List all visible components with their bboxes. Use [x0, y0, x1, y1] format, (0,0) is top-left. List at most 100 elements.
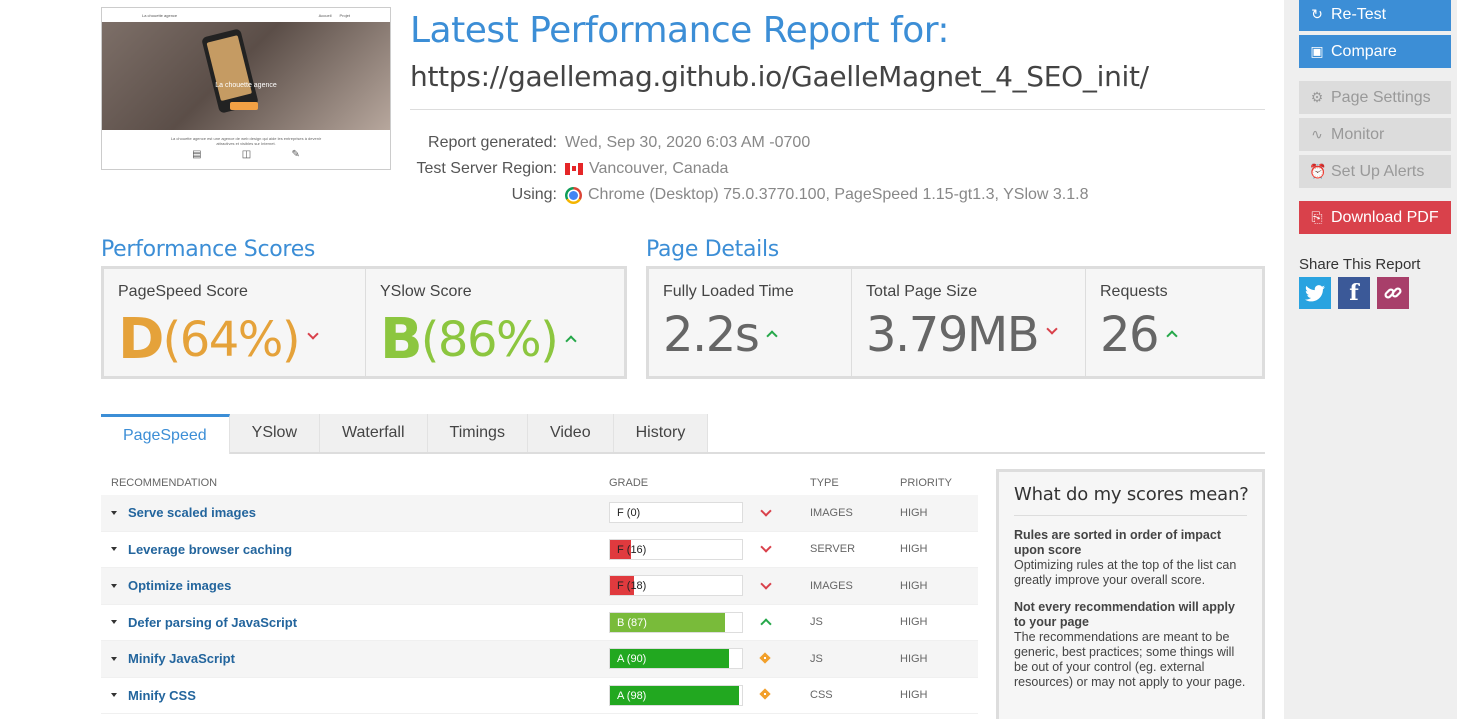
expand-caret-icon[interactable] — [111, 510, 117, 515]
table-row[interactable]: Minify CSS A (98) CSS HIGH — [101, 678, 978, 714]
page-screenshot-thumbnail: La chouette agence Accueil Projet La cho… — [101, 7, 391, 170]
recommendation-name[interactable]: Optimize images — [128, 578, 231, 593]
requests-value-row: 26 — [1100, 307, 1248, 363]
recommendation-name[interactable]: Minify CSS — [128, 688, 196, 703]
tab-waterfall[interactable]: Waterfall — [320, 414, 428, 452]
table-row[interactable]: Leverage browser caching F (16) SERVER HIGH — [101, 532, 978, 568]
table-row[interactable]: Defer parsing of JavaScript B (87) JS HIGH — [101, 605, 978, 641]
table-row[interactable]: Optimize images F (18) IMAGES HIGH — [101, 568, 978, 605]
pagespeed-score: PageSpeed Score D (64%) — [104, 269, 366, 376]
priority-cell: HIGH — [900, 652, 928, 665]
thumbnail-hero: La chouette agence — [102, 22, 390, 130]
monitor-button[interactable]: ∿ Monitor — [1299, 118, 1451, 151]
phone-image — [201, 28, 259, 114]
expand-caret-icon[interactable] — [111, 583, 117, 588]
gear-icon: ⚙ — [1310, 89, 1324, 105]
thumbnail-nav: La chouette agence Accueil Projet — [102, 8, 390, 22]
type-cell: JS — [810, 652, 823, 665]
trend-up-icon — [766, 330, 779, 342]
priority-cell: HIGH — [900, 689, 928, 702]
facebook-share-button[interactable]: f — [1338, 277, 1370, 309]
download-pdf-button[interactable]: ⎘ Download PDF — [1299, 201, 1451, 234]
recommendation-cell[interactable]: Serve scaled images — [101, 505, 609, 520]
expand-caret-icon[interactable] — [111, 620, 117, 625]
facebook-icon: f — [1349, 280, 1359, 306]
expand-caret-icon[interactable] — [111, 547, 117, 552]
grade-text: F (16) — [617, 543, 647, 556]
grade-text: F (18) — [617, 580, 647, 593]
info-text: Optimizing rules at the top of the list … — [1014, 558, 1237, 587]
meta-label: Report generated: — [428, 134, 557, 151]
trend-down-icon — [759, 544, 773, 554]
grade-bar: B (87) — [609, 611, 743, 633]
setup-alerts-button[interactable]: ⏰ Set Up Alerts — [1299, 155, 1451, 188]
pencil-icon: ✎ — [291, 149, 300, 160]
region-text: Vancouver, Canada — [589, 160, 729, 177]
thumbnail-icons: ▤ ◫ ✎ — [102, 149, 390, 160]
info-heading: Rules are sorted in order of impact upon… — [1014, 528, 1221, 557]
expand-caret-icon[interactable] — [111, 656, 117, 661]
fully-loaded-time: Fully Loaded Time 2.2s — [649, 269, 852, 376]
recommendation-name[interactable]: Leverage browser caching — [128, 542, 292, 557]
alarm-clock-icon: ⏰ — [1309, 163, 1327, 179]
retest-button[interactable]: ↻ Re-Test — [1299, 0, 1451, 31]
meta-row-generated: Report generated: Wed, Sep 30, 2020 6:03… — [410, 130, 1088, 156]
total-page-size: Total Page Size 3.79MB — [852, 269, 1086, 376]
recommendation-name[interactable]: Defer parsing of JavaScript — [128, 615, 297, 630]
share-label: Share This Report — [1299, 256, 1421, 273]
grade-cell: A (90) — [609, 648, 810, 670]
recommendation-cell[interactable]: Optimize images — [101, 578, 609, 593]
meta-value: Vancouver, Canada — [565, 156, 728, 182]
table-row[interactable]: Serve scaled images F (0) IMAGES HIGH — [101, 495, 978, 532]
thumbnail-hero-title: La chouette agence — [215, 82, 277, 89]
compare-icon: ▣ — [1310, 43, 1324, 59]
recommendation-name[interactable]: Serve scaled images — [128, 505, 256, 520]
twitter-icon — [1305, 284, 1325, 301]
priority-cell: HIGH — [900, 543, 928, 556]
tab-yslow[interactable]: YSlow — [229, 414, 320, 452]
col-recommendation: RECOMMENDATION — [111, 476, 218, 489]
col-grade: GRADE — [609, 476, 649, 489]
page-details-title: Page Details — [646, 237, 779, 262]
grade-bar: F (0) — [609, 502, 743, 524]
trend-down-icon — [307, 327, 319, 340]
type-cell: IMAGES — [810, 506, 853, 519]
link-icon — [1384, 287, 1402, 299]
compare-button[interactable]: ▣ Compare — [1299, 35, 1451, 68]
type-cell: JS — [810, 616, 823, 629]
tab-pagespeed[interactable]: PageSpeed — [101, 414, 230, 454]
tab-video[interactable]: Video — [527, 414, 614, 452]
pagespeed-label: PageSpeed Score — [118, 283, 248, 300]
thumbnail-nav-item: Accueil — [318, 12, 332, 18]
performance-scores-title: Performance Scores — [101, 237, 316, 262]
loaded-value-row: 2.2s — [663, 307, 837, 363]
tab-timings[interactable]: Timings — [427, 414, 528, 452]
grade-bar: F (16) — [609, 538, 743, 560]
expand-caret-icon[interactable] — [111, 693, 117, 698]
recommendation-cell[interactable]: Minify JavaScript — [101, 651, 609, 666]
recommendation-name[interactable]: Minify JavaScript — [128, 651, 235, 666]
table-row[interactable]: Minify JavaScript A (90) JS HIGH — [101, 641, 978, 678]
tab-history[interactable]: History — [613, 414, 709, 452]
recommendation-cell[interactable]: Leverage browser caching — [101, 542, 609, 557]
meta-value: Chrome (Desktop) 75.0.3770.100, PageSpee… — [565, 182, 1088, 208]
trend-up-icon — [565, 334, 577, 347]
yslow-score: YSlow Score B (86%) — [366, 269, 624, 376]
yslow-percent: (86%) — [420, 311, 559, 368]
col-type: TYPE — [810, 476, 839, 489]
refresh-icon: ↻ — [1311, 6, 1323, 22]
twitter-share-button[interactable] — [1299, 277, 1331, 309]
page-title: Latest Performance Report for: — [410, 10, 950, 51]
size-value: 3.79MB — [866, 307, 1040, 363]
priority-cell: HIGH — [900, 579, 928, 592]
browser-text: Chrome (Desktop) 75.0.3770.100, PageSpee… — [588, 186, 1089, 203]
trend-up-icon — [759, 617, 773, 627]
pagespeed-value: D (64%) — [118, 307, 351, 372]
recommendation-cell[interactable]: Minify CSS — [101, 688, 609, 703]
page-settings-button[interactable]: ⚙ Page Settings — [1299, 81, 1451, 114]
recommendation-cell[interactable]: Defer parsing of JavaScript — [101, 615, 609, 630]
copy-link-button[interactable] — [1377, 277, 1409, 309]
requests-label: Requests — [1100, 283, 1168, 300]
grade-cell: F (0) — [609, 502, 810, 524]
neutral-diamond-icon — [759, 654, 773, 664]
